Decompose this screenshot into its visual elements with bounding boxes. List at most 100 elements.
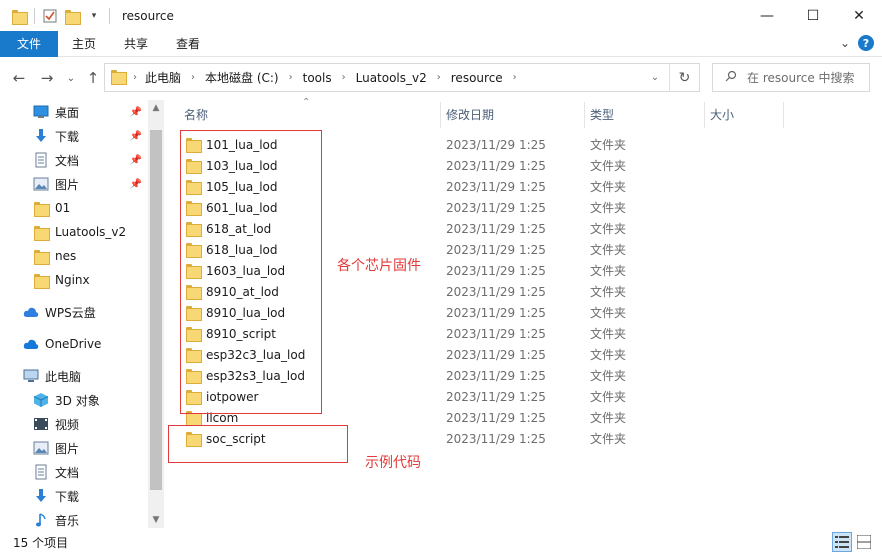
nav-item-downloads[interactable]: 下载 📌 (0, 124, 148, 148)
minimize-button[interactable]: — (744, 0, 790, 31)
chevron-right-icon[interactable]: › (191, 72, 195, 83)
nav-item-label: 音乐 (55, 513, 80, 528)
nav-item-documents[interactable]: 文档 📌 (0, 148, 148, 172)
column-divider[interactable] (440, 102, 441, 128)
documents-icon (32, 151, 50, 169)
nav-item-pictures[interactable]: 图片 📌 (0, 172, 148, 196)
column-divider[interactable] (584, 102, 585, 128)
customize-toolbar-icon[interactable]: ▾ (83, 5, 105, 27)
file-date: 2023/11/29 1:25 (446, 431, 546, 446)
nav-item-label: WPS云盘 (45, 305, 96, 320)
pictures-icon (32, 439, 50, 457)
maximize-button[interactable]: ☐ (790, 0, 836, 31)
divider (109, 7, 110, 24)
breadcrumb-luatools[interactable]: Luatools_v2 (356, 71, 427, 85)
large-icons-view-button[interactable] (854, 532, 874, 552)
recent-locations-button[interactable]: ⌄ (60, 67, 82, 89)
properties-icon[interactable] (39, 5, 61, 27)
file-type: 文件夹 (590, 390, 627, 404)
breadcrumb-local-disk[interactable]: 本地磁盘 (C:) (205, 69, 279, 86)
divider (34, 7, 35, 24)
tab-share[interactable]: 共享 (110, 31, 162, 57)
file-date: 2023/11/29 1:25 (446, 368, 546, 383)
column-type[interactable]: 类型 (590, 100, 614, 128)
folder-icon (8, 5, 30, 27)
nav-item-downloads-pc[interactable]: 下载 (0, 484, 148, 508)
file-type: 文件夹 (590, 138, 627, 152)
breadcrumb-tools[interactable]: tools (303, 71, 332, 85)
close-button[interactable]: ✕ (836, 0, 882, 31)
details-view-button[interactable] (832, 532, 852, 552)
nav-item-pictures-pc[interactable]: 图片 (0, 436, 148, 460)
chevron-right-icon[interactable]: › (342, 72, 346, 83)
file-type: 文件夹 (590, 222, 627, 236)
tab-file[interactable]: 文件 (0, 30, 58, 57)
column-divider[interactable] (704, 102, 705, 128)
chevron-right-icon[interactable]: › (289, 72, 293, 83)
folder-icon (111, 69, 127, 86)
scrollbar-thumb[interactable] (150, 130, 162, 490)
nav-item-onedrive[interactable]: OneDrive (0, 332, 148, 356)
pin-icon: 📌 (129, 154, 142, 166)
expand-ribbon-icon[interactable]: ⌄ (840, 36, 850, 50)
new-folder-icon[interactable] (61, 5, 83, 27)
column-divider[interactable] (783, 102, 784, 128)
status-bar: 15 个项目 (0, 528, 882, 556)
nav-item-label: 文档 (55, 153, 80, 168)
chevron-right-icon[interactable]: › (133, 72, 137, 83)
nav-item-label: 下载 (55, 489, 80, 504)
tab-home[interactable]: 主页 (58, 31, 110, 57)
nav-item-luatools[interactable]: Luatools_v2 (0, 220, 148, 244)
pin-icon: 📌 (129, 178, 142, 190)
folder-icon (32, 223, 50, 241)
address-bar[interactable]: › 此电脑 › 本地磁盘 (C:) › tools › Luatools_v2 … (104, 63, 700, 92)
chevron-right-icon[interactable]: › (513, 72, 517, 83)
chevron-right-icon[interactable]: › (437, 72, 441, 83)
search-icon (725, 70, 737, 85)
nav-item-wps[interactable]: WPS云盘 (0, 300, 148, 324)
3d-objects-icon (32, 391, 50, 409)
help-icon[interactable]: ? (858, 35, 874, 51)
forward-button[interactable]: → (36, 67, 58, 89)
folder-icon (32, 199, 50, 217)
column-date[interactable]: 修改日期 (446, 100, 494, 128)
up-button[interactable]: ↑ (82, 67, 104, 89)
nav-item-desktop[interactable]: 桌面 📌 (0, 100, 148, 124)
nav-item-documents-pc[interactable]: 文档 (0, 460, 148, 484)
tab-view[interactable]: 查看 (162, 31, 214, 57)
scroll-up-icon[interactable]: ▲ (148, 100, 164, 116)
navigation-pane: 桌面 📌 下载 📌 文档 📌 图片 📌 01 Luatools_v2 nes N… (0, 100, 148, 528)
nav-item-01[interactable]: 01 (0, 196, 148, 220)
example-highlight-box (168, 425, 348, 463)
file-type: 文件夹 (590, 369, 627, 383)
file-type: 文件夹 (590, 327, 627, 341)
column-size[interactable]: 大小 (710, 100, 734, 128)
navigation-bar: ← → ⌄ ↑ › 此电脑 › 本地磁盘 (C:) › tools › Luat… (0, 62, 882, 94)
nav-item-label: Nginx (55, 273, 90, 287)
file-date: 2023/11/29 1:25 (446, 347, 546, 362)
breadcrumb-resource[interactable]: resource (451, 71, 503, 85)
refresh-button[interactable]: ↻ (669, 64, 699, 91)
file-type: 文件夹 (590, 285, 627, 299)
nav-scrollbar[interactable]: ▲ ▼ (148, 100, 164, 528)
firmware-annotation: 各个芯片固件 (337, 258, 421, 274)
scroll-down-icon[interactable]: ▼ (148, 512, 164, 528)
column-name[interactable]: 名称 (184, 100, 208, 128)
breadcrumb-this-pc[interactable]: 此电脑 (145, 69, 181, 86)
address-dropdown-icon[interactable]: ⌄ (645, 64, 665, 91)
nav-item-label: 此电脑 (45, 369, 82, 384)
nav-item-3d-objects[interactable]: 3D 对象 (0, 388, 148, 412)
file-date: 2023/11/29 1:25 (446, 263, 546, 278)
nav-item-nginx[interactable]: Nginx (0, 268, 148, 292)
nav-item-nes[interactable]: nes (0, 244, 148, 268)
file-date: 2023/11/29 1:25 (446, 284, 546, 299)
nav-item-label: Luatools_v2 (55, 225, 127, 239)
nav-item-this-pc[interactable]: 此电脑 (0, 364, 148, 388)
nav-item-label: 桌面 (55, 105, 80, 120)
back-button[interactable]: ← (8, 67, 30, 89)
documents-icon (32, 463, 50, 481)
nav-item-videos[interactable]: 视频 (0, 412, 148, 436)
pin-icon: 📌 (129, 106, 142, 118)
videos-icon (32, 415, 50, 433)
search-input[interactable]: 在 resource 中搜索 (712, 63, 870, 92)
